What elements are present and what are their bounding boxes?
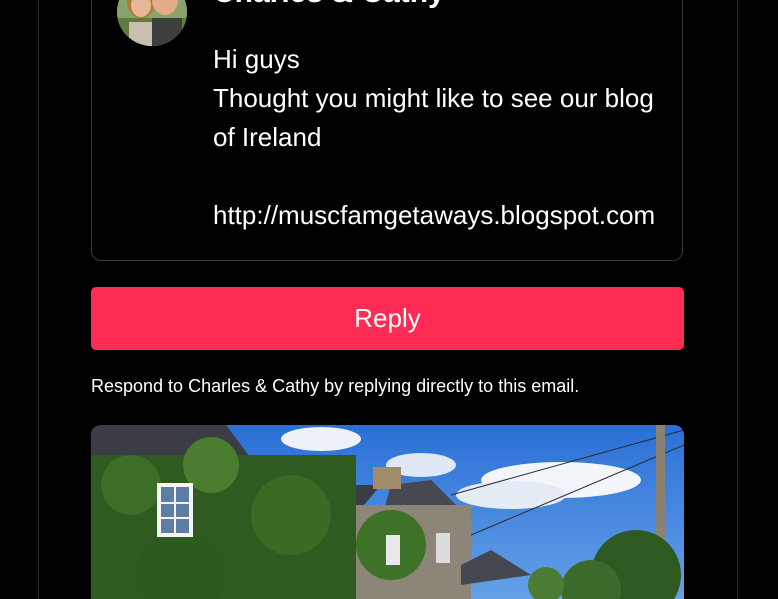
sender-name: Charles & Cathy [213,0,445,10]
respond-note: Respond to Charles & Cathy by replying d… [91,376,580,396]
message-greeting: Hi guys [213,44,300,74]
house-photo [91,425,684,599]
blog-link[interactable]: http://muscfamgetaways.blogspot.com [213,196,673,235]
message-body: Hi guys Thought you might like to see ou… [213,40,673,235]
email-page: Charles & Cathy Hi guys Thought you migh… [0,0,778,599]
message-line: of Ireland [213,122,322,152]
reply-button[interactable]: Reply [91,287,684,350]
message-line: Thought you might like to see our blog [213,83,654,113]
house-image [91,425,684,599]
